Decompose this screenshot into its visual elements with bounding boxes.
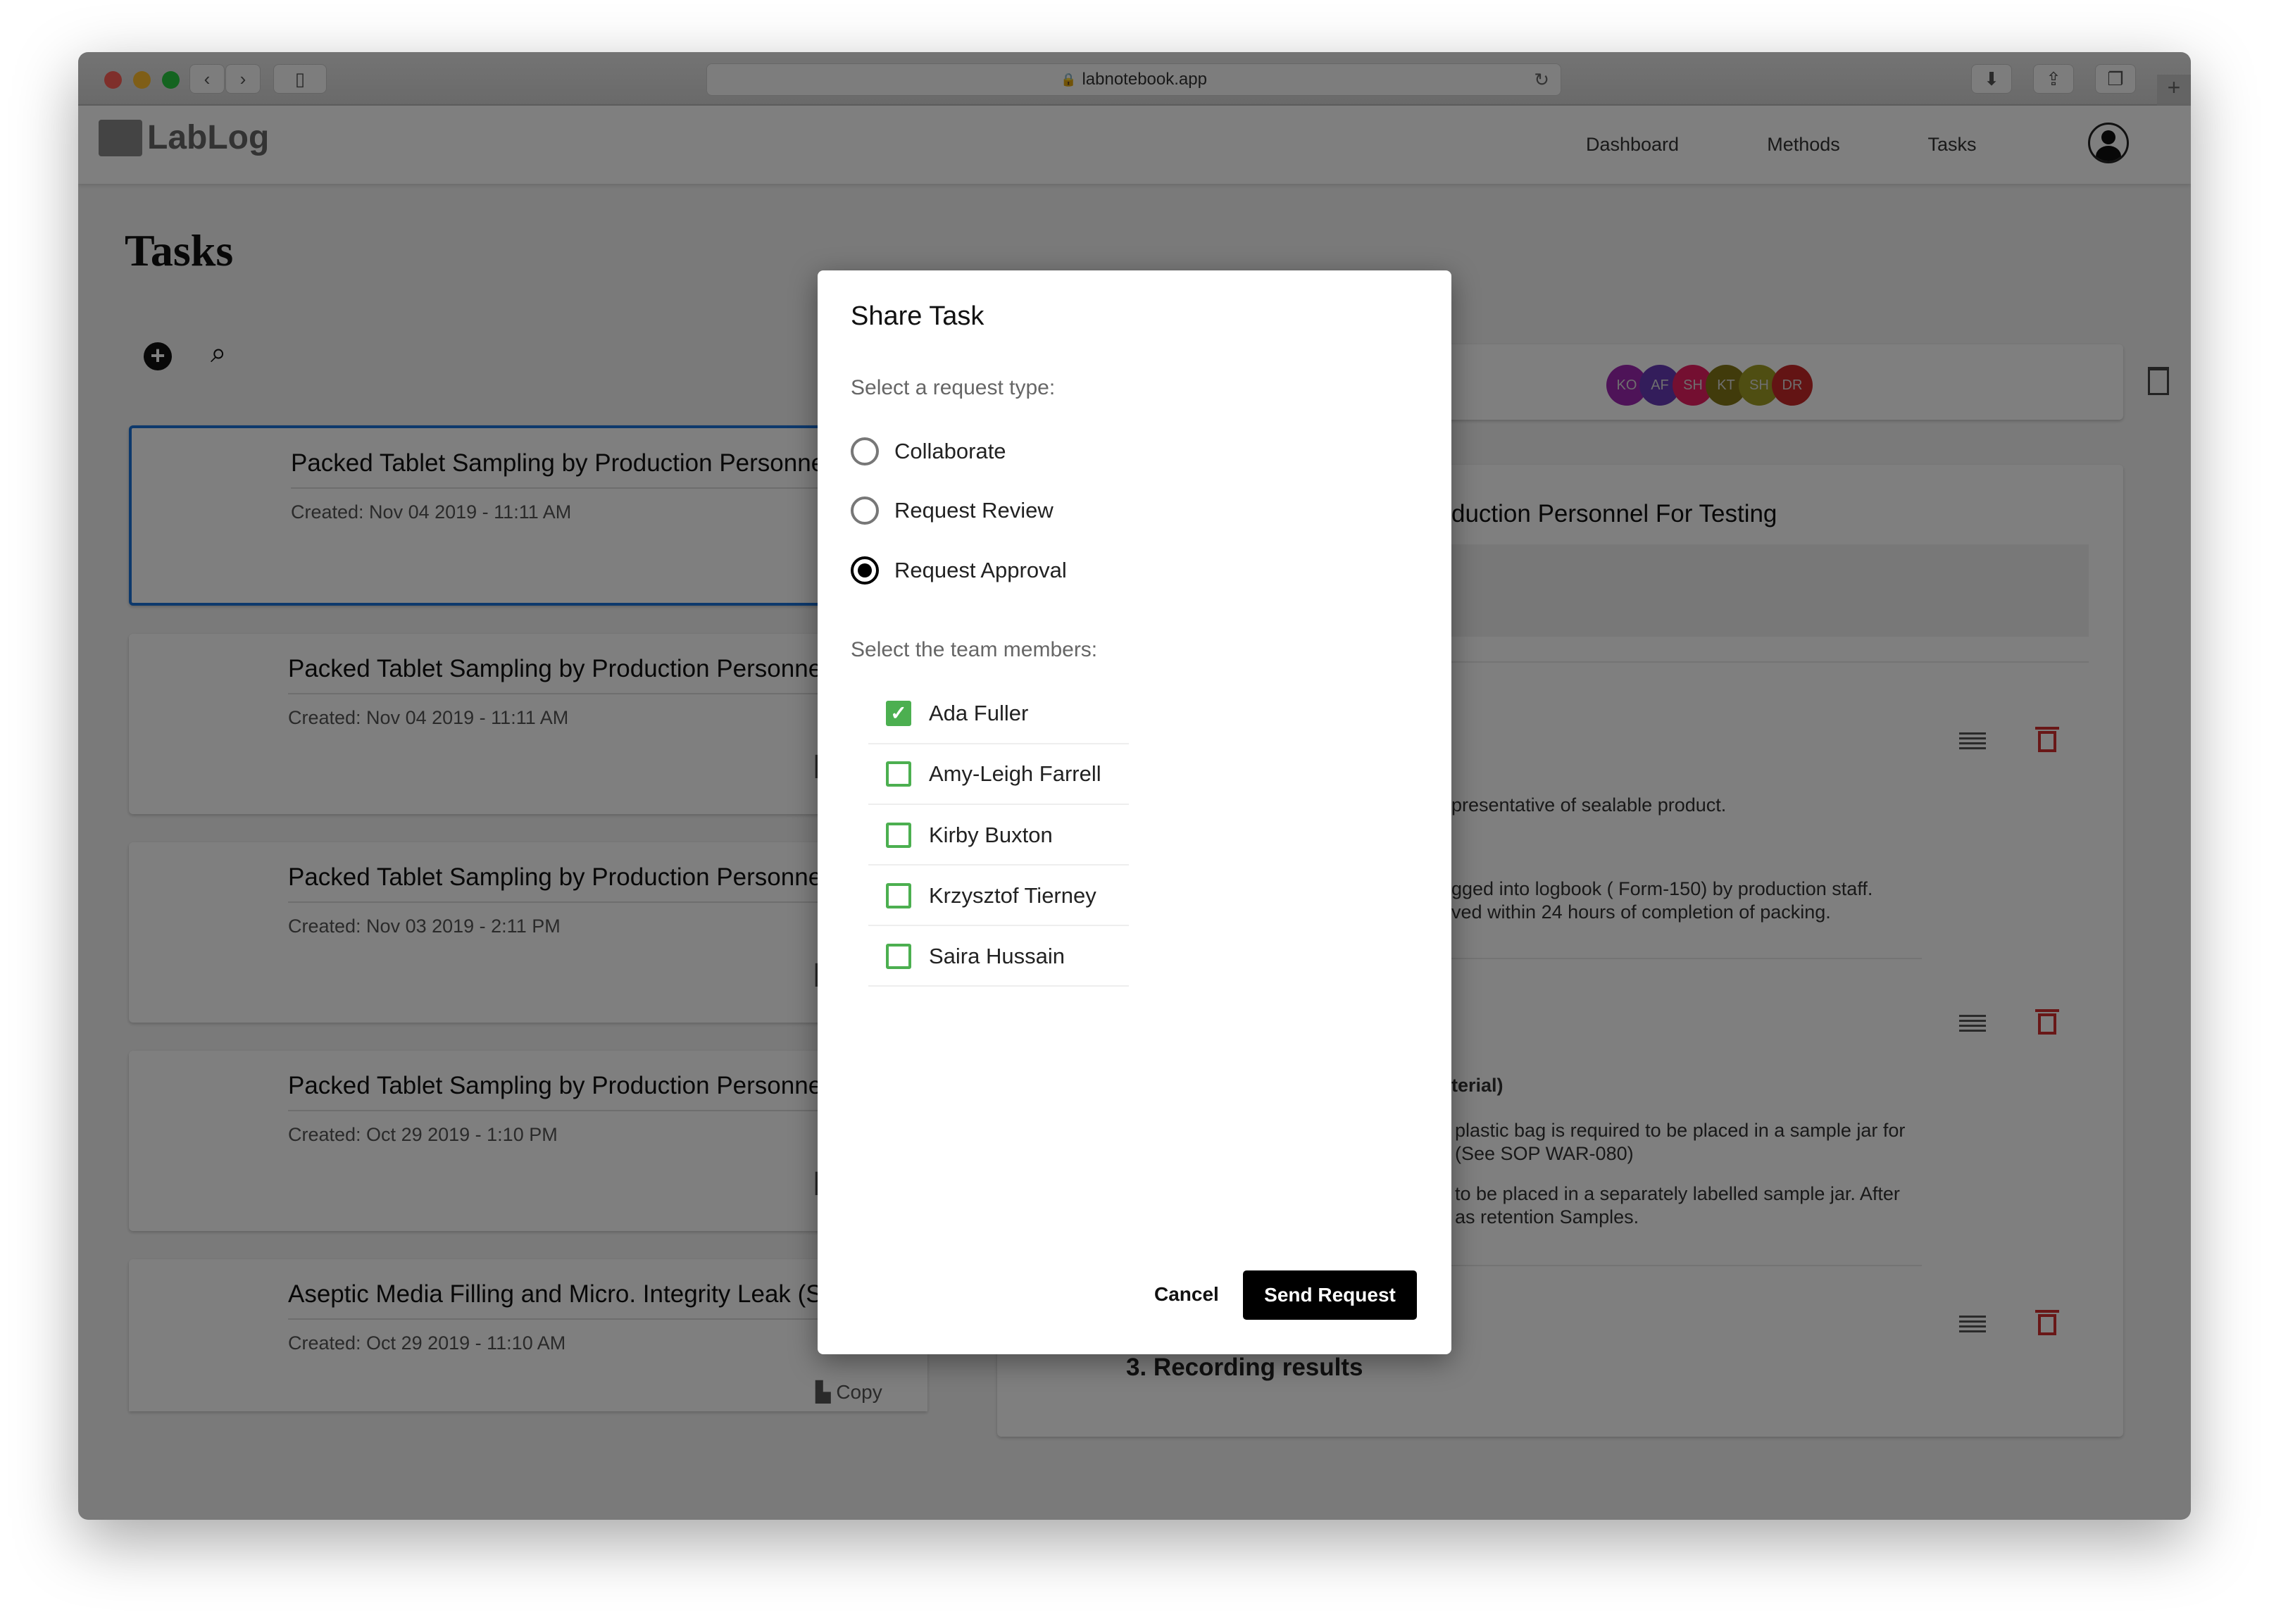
- cancel-button[interactable]: Cancel: [1154, 1283, 1219, 1306]
- request-type-label: Select a request type:: [851, 376, 1056, 399]
- checkbox-ada-fuller[interactable]: ✓: [886, 701, 911, 726]
- members-label: Select the team members:: [851, 638, 1098, 661]
- member-name[interactable]: Amy-Leigh Farrell: [929, 761, 1101, 787]
- member-name[interactable]: Kirby Buxton: [929, 823, 1053, 848]
- radio-request-approval[interactable]: [851, 556, 879, 585]
- radio-label[interactable]: Request Review: [894, 498, 1054, 523]
- member-name[interactable]: Ada Fuller: [929, 701, 1028, 726]
- dialog-title: Share Task: [851, 301, 985, 331]
- radio-collaborate[interactable]: [851, 437, 879, 466]
- checkbox-krzysztof-tierney[interactable]: [886, 883, 911, 908]
- radio-request-review[interactable]: [851, 496, 879, 525]
- radio-label[interactable]: Request Approval: [894, 558, 1067, 583]
- checkbox-kirby-buxton[interactable]: [886, 823, 911, 848]
- checkbox-amy-leigh-farrell[interactable]: [886, 761, 911, 787]
- checkbox-saira-hussain[interactable]: [886, 944, 911, 969]
- member-name[interactable]: Krzysztof Tierney: [929, 883, 1096, 908]
- share-task-dialog: Share Task Select a request type: Collab…: [818, 270, 1451, 1354]
- radio-label[interactable]: Collaborate: [894, 439, 1006, 464]
- member-name[interactable]: Saira Hussain: [929, 944, 1065, 969]
- send-request-button[interactable]: Send Request: [1243, 1270, 1417, 1320]
